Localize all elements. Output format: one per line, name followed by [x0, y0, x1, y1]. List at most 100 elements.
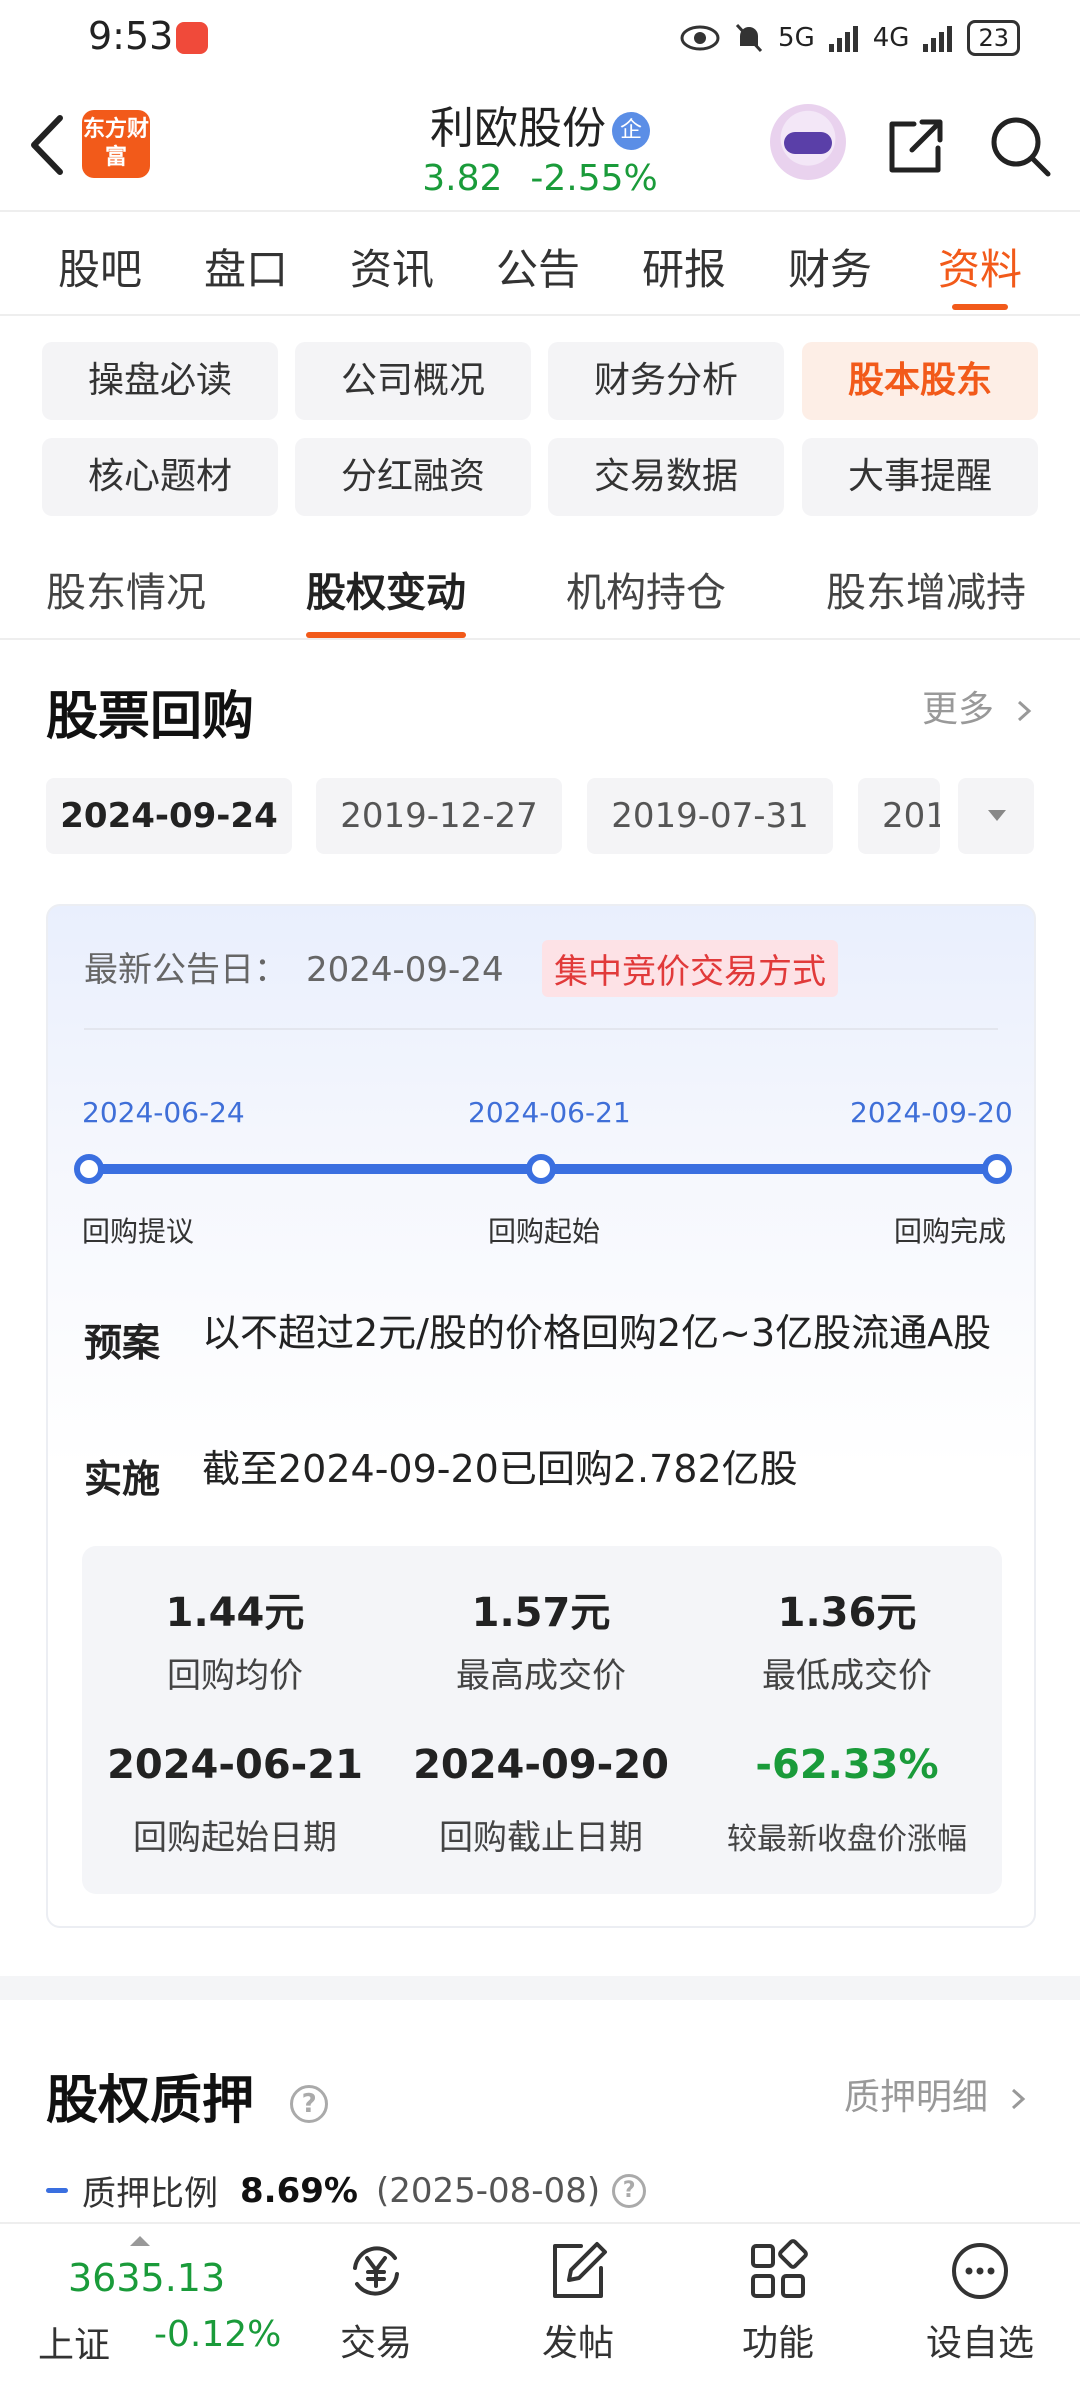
status-time: 9:53: [88, 14, 174, 58]
nav-add-watchlist[interactable]: 设自选: [910, 2238, 1050, 2366]
nav-trade[interactable]: 交易: [306, 2238, 446, 2366]
latest-announcement: 最新公告日： 2024-09-24: [84, 950, 504, 990]
avg-price-label: 回购均价: [167, 1656, 303, 1696]
pledge-detail-link[interactable]: 质押明细: [844, 2068, 1029, 2120]
more-dots-icon: [952, 2243, 1008, 2299]
subnav-trading-guide[interactable]: 操盘必读: [42, 342, 278, 420]
chevron-right-icon: [1018, 700, 1032, 722]
tab-finance[interactable]: 财务: [780, 236, 880, 297]
timeline-date: 2024-06-24: [82, 1096, 245, 1129]
timeline-date: 2024-09-20: [850, 1096, 1013, 1129]
ai-assistant-icon[interactable]: [770, 104, 846, 180]
divider: [84, 1028, 998, 1030]
date-chip[interactable]: 2019-07-31: [587, 778, 833, 854]
enterprise-badge-icon: 企: [612, 112, 650, 150]
date-chip[interactable]: 2024-09-24: [46, 778, 292, 854]
stock-change: -2.55%: [530, 158, 658, 199]
subnav-events[interactable]: 大事提醒: [802, 438, 1038, 516]
buyback-stats-panel: 1.44元 回购均价 1.57元 最高成交价 1.36元 最低成交价 2024-…: [82, 1546, 1002, 1894]
subnav-trading-data[interactable]: 交易数据: [548, 438, 784, 516]
edit-icon: [553, 2242, 607, 2298]
eye-icon: [680, 25, 720, 51]
tab-pankou[interactable]: 盘口: [196, 236, 296, 297]
implementation-label: 实施: [84, 1457, 161, 1501]
tab-shareholder-status[interactable]: 股东情况: [46, 560, 206, 618]
subnav-core-themes[interactable]: 核心题材: [42, 438, 278, 516]
subnav-shareholders[interactable]: 股本股东: [802, 342, 1038, 420]
section-tab-bar: 股东情况 股权变动 机构持仓 股东增减持: [0, 550, 1080, 640]
expand-caret-icon[interactable]: [130, 2236, 150, 2246]
grid-apps-icon: [751, 2239, 808, 2298]
tab-institutional-holdings[interactable]: 机构持仓: [566, 560, 726, 618]
start-date-value: 2024-06-21: [107, 1742, 363, 1788]
help-icon[interactable]: ?: [290, 2085, 329, 2123]
index-change[interactable]: -0.12%: [154, 2314, 281, 2355]
tab-news[interactable]: 资讯: [342, 236, 442, 297]
high-price-value: 1.57元: [471, 1590, 611, 1636]
section-separator: [0, 1976, 1080, 2000]
status-bar: 9:53 5G 4G 23: [0, 0, 1080, 80]
network-4g: 4G: [872, 23, 910, 53]
date-chip[interactable]: 201: [858, 778, 940, 854]
stock-header: 东方财富 利欧股份企 3.82 -2.55%: [0, 80, 1080, 212]
tab-research[interactable]: 研报: [634, 236, 734, 297]
battery-icon: 23: [967, 20, 1020, 56]
method-tag: 集中竞价交易方式: [542, 940, 838, 997]
date-dropdown-icon[interactable]: [958, 778, 1034, 854]
search-icon[interactable]: [988, 114, 1052, 178]
timeline-dot: [982, 1154, 1012, 1184]
pledge-title: 股权质押 ?: [46, 2058, 329, 2133]
buyback-card: 最新公告日： 2024-09-24 集中竞价交易方式 2024-06-24 202…: [46, 904, 1036, 1928]
subnav-dividends[interactable]: 分红融资: [295, 438, 531, 516]
main-tab-bar: 股吧 盘口 资讯 公告 研报 财务 资料: [0, 214, 1080, 316]
subnav-financial-analysis[interactable]: 财务分析: [548, 342, 784, 420]
pledge-value: 8.69%: [240, 2170, 358, 2211]
buyback-title: 股票回购: [46, 687, 255, 747]
pledge-ratio-row: 质押比例 8.69% (2025-08-08) ?: [46, 2166, 647, 2215]
end-date-value: 2024-09-20: [413, 1742, 669, 1788]
implementation-text: 截至2024-09-20已回购2.782亿股: [202, 1447, 798, 1491]
subnav-company-overview[interactable]: 公司概况: [295, 342, 531, 420]
tab-announcements[interactable]: 公告: [488, 236, 588, 297]
index-value[interactable]: 3635.13: [68, 2256, 225, 2300]
nav-functions[interactable]: 功能: [708, 2238, 848, 2366]
bottom-nav-bar: 3635.13 上证 -0.12% 交易 发帖 功能 设自选: [0, 2222, 1080, 2400]
change-vs-close-value: -62.33%: [755, 1742, 939, 1788]
timeline-date: 2024-06-21: [468, 1096, 631, 1129]
share-icon[interactable]: [884, 116, 946, 178]
nav-post[interactable]: 发帖: [508, 2238, 648, 2366]
chevron-right-icon: [1012, 2088, 1026, 2110]
plan-label: 预案: [84, 1321, 161, 1365]
timeline-label: 回购起始: [488, 1215, 601, 1248]
low-price-value: 1.36元: [777, 1590, 917, 1636]
signal-icon-2: [923, 26, 953, 52]
app-notification-icon: [176, 22, 208, 54]
tab-equity-changes[interactable]: 股权变动: [306, 560, 466, 638]
network-5g: 5G: [778, 23, 815, 53]
tab-profile[interactable]: 资料: [930, 236, 1030, 310]
mute-bell-icon: [735, 23, 763, 53]
timeline-label: 回购提议: [82, 1215, 195, 1248]
trade-yuan-icon: [353, 2246, 399, 2296]
index-name[interactable]: 上证: [38, 2316, 110, 2368]
stock-price: 3.82: [422, 158, 503, 199]
low-price-label: 最低成交价: [762, 1656, 932, 1696]
tab-guba[interactable]: 股吧: [50, 236, 150, 297]
status-icons: 5G 4G 23: [680, 20, 1020, 56]
legend-marker: [46, 2188, 68, 2193]
pledge-date: (2025-08-08): [375, 2170, 601, 2211]
pledge-legend: 质押比例: [82, 2174, 218, 2214]
plan-text: 以不超过2元/股的价格回购2亿~3亿股流通A股: [202, 1311, 992, 1355]
help-icon[interactable]: ?: [612, 2173, 647, 2208]
signal-icon: [828, 26, 858, 52]
date-chip[interactable]: 2019-12-27: [316, 778, 562, 854]
timeline-dot: [526, 1154, 556, 1184]
active-tab-indicator: [306, 632, 466, 638]
change-vs-close-label: 较最新收盘价涨幅: [727, 1822, 967, 1857]
buyback-more-link[interactable]: 更多: [922, 680, 1035, 732]
active-tab-indicator: [952, 304, 1008, 310]
tab-holding-changes[interactable]: 股东增减持: [826, 560, 1026, 618]
end-date-label: 回购截止日期: [439, 1818, 643, 1858]
avg-price-value: 1.44元: [165, 1590, 305, 1636]
timeline-label: 回购完成: [894, 1215, 1007, 1248]
